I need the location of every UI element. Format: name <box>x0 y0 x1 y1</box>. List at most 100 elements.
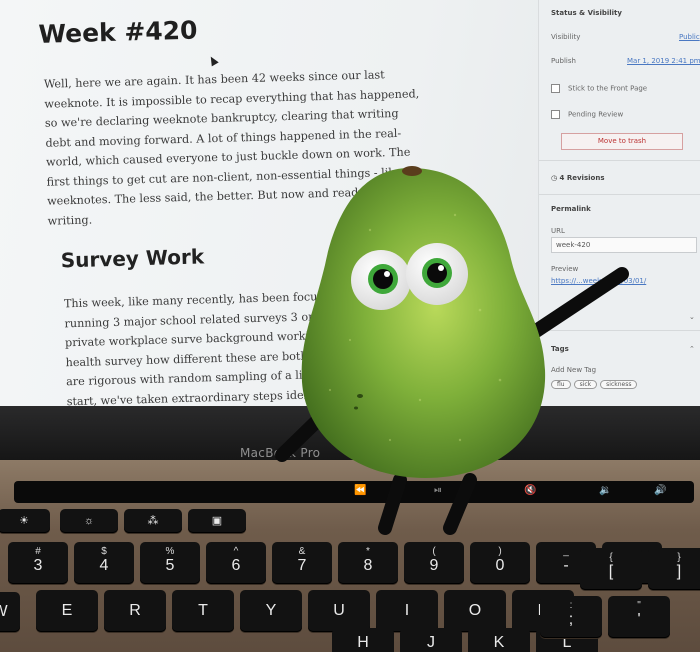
url-input[interactable]: week-420 <box>551 237 697 253</box>
letter-key-label: R <box>129 602 141 619</box>
letter-key[interactable]: Y <box>240 590 302 632</box>
letter-key-label: H <box>357 634 369 651</box>
tags-heading[interactable]: Tags <box>551 345 569 353</box>
pending-checkbox[interactable] <box>551 110 560 119</box>
number-key-shift-label: ( <box>432 546 436 557</box>
add-tag-label: Add New Tag <box>551 366 597 374</box>
post-paragraph-2[interactable]: This week, like many recently, has been … <box>64 284 438 418</box>
post-heading[interactable]: Survey Work <box>60 235 542 272</box>
chevron-down-icon[interactable]: ⌄ <box>689 313 695 321</box>
letter-key[interactable]: U <box>308 590 370 632</box>
letter-key-label: Y <box>265 602 277 619</box>
number-key-label: 6 <box>231 557 241 574</box>
bracket-key[interactable]: {[ <box>580 548 642 590</box>
stick-checkbox[interactable] <box>551 84 560 93</box>
history-icon: ◷ <box>551 174 560 182</box>
number-key[interactable]: $4 <box>74 542 134 584</box>
number-key-label: 7 <box>297 557 307 574</box>
post-paragraph-1[interactable]: Well, here we are again. It has been 42 … <box>44 64 428 231</box>
number-key-shift-label: * <box>366 546 370 557</box>
number-key-shift-label: ^ <box>233 546 239 557</box>
number-key[interactable]: * 8 <box>338 542 398 584</box>
preview-link[interactable]: https://...week/2019/03/01/ <box>551 277 646 285</box>
number-key[interactable]: ) 0 <box>470 542 530 584</box>
letter-key[interactable]: H <box>332 628 394 652</box>
punctuation-key[interactable]: :; <box>540 596 602 638</box>
publish-date[interactable]: Mar 1, 2019 2:41 pm <box>627 57 700 65</box>
preview-label: Preview <box>551 265 579 273</box>
brightness-icon: ☼ <box>83 515 95 527</box>
number-key-shift-label: % <box>165 546 175 557</box>
bracket-key[interactable]: }] <box>648 548 700 590</box>
mission-control-key[interactable]: ▣ <box>188 509 246 533</box>
punctuation-key[interactable]: " ' <box>608 596 670 638</box>
brightness-icon: ☀ <box>19 515 29 527</box>
mute-icon[interactable]: 🔇 <box>524 485 536 496</box>
number-key[interactable]: ^ 6 <box>206 542 266 584</box>
divider <box>539 194 700 195</box>
post-title[interactable]: Week #420 <box>38 6 537 49</box>
chevron-up-icon[interactable]: ⌃ <box>689 345 695 353</box>
volume-down-icon[interactable]: 🔉 <box>599 485 611 496</box>
bracket-key-label: ] <box>676 563 682 580</box>
punctuation-key-label: ' <box>637 611 641 628</box>
number-key[interactable]: & 7 <box>272 542 332 584</box>
letter-key-label: O <box>468 602 482 619</box>
letter-key-label: U <box>333 602 345 619</box>
tag-chip[interactable]: sick <box>573 380 598 389</box>
revisions-label: 4 Revisions <box>559 174 605 182</box>
visibility-value[interactable]: Public <box>679 33 700 41</box>
mission-control-icon: ▣ <box>211 515 223 527</box>
letter-key[interactable]: J <box>400 628 462 652</box>
brightness-down-key[interactable]: ☀ <box>0 509 50 533</box>
letter-key[interactable]: I <box>376 590 438 632</box>
number-key-shift-label: # <box>35 546 41 557</box>
letter-key-label: T <box>198 602 208 619</box>
visibility-label: Visibility <box>551 33 581 41</box>
tag-chip[interactable]: flu <box>551 380 571 389</box>
bracket-key-label: [ <box>608 563 614 580</box>
settings-sidebar: Status & Visibility Visibility Public Pu… <box>538 0 700 418</box>
number-key-label: 0 <box>495 557 505 574</box>
stick-checkbox-row[interactable]: Stick to the Front Page <box>551 84 647 93</box>
play-pause-icon[interactable]: ⏯ <box>434 485 442 496</box>
stick-label: Stick to the Front Page <box>568 84 648 93</box>
brightness-up-key[interactable]: ☼ <box>60 509 118 533</box>
permalink-heading[interactable]: Permalink <box>551 205 591 213</box>
number-key-shift-label: ) <box>498 546 502 557</box>
number-key-label: 4 <box>99 557 109 574</box>
letter-key[interactable]: O <box>444 590 506 632</box>
letter-key[interactable]: T <box>172 590 234 632</box>
url-label: URL <box>551 227 565 235</box>
tag-list[interactable]: flu sick sickness <box>551 380 640 389</box>
bracket-key-shift-label: { <box>609 552 613 563</box>
publish-label: Publish <box>551 57 576 65</box>
laptop-screen: Week #420 Well, here we are again. It ha… <box>0 0 700 418</box>
number-key[interactable]: #3 <box>8 542 68 584</box>
move-to-trash-button[interactable]: Move to trash <box>561 133 683 150</box>
post-editor[interactable]: Week #420 Well, here we are again. It ha… <box>36 4 547 418</box>
number-key-label: 8 <box>363 557 373 574</box>
number-key-label: 9 <box>429 557 439 574</box>
rewind-icon[interactable]: ⏪ <box>354 485 366 496</box>
letter-key[interactable]: W <box>0 592 20 632</box>
divider <box>539 330 700 331</box>
bracket-key-shift-label: } <box>677 552 681 563</box>
status-visibility-heading[interactable]: Status & Visibility <box>551 9 622 17</box>
letter-key[interactable]: E <box>36 590 98 632</box>
tag-chip[interactable]: sickness <box>600 380 638 389</box>
keyboard-light-key[interactable]: ⁂ <box>124 509 182 533</box>
revisions-link[interactable]: ◷ 4 Revisions <box>551 174 604 182</box>
number-key[interactable]: % 5 <box>140 542 200 584</box>
touch-bar[interactable]: ⏪ ⏯ 🔇 🔉 🔊 <box>14 481 694 503</box>
punctuation-key-label: ; <box>568 611 574 628</box>
number-key-label: 3 <box>33 557 43 574</box>
number-key[interactable]: (9 <box>404 542 464 584</box>
punctuation-key-shift-label: : <box>569 600 573 611</box>
letter-key-label: I <box>404 602 410 619</box>
photo-scene: Week #420 Well, here we are again. It ha… <box>0 0 700 652</box>
pending-checkbox-row[interactable]: Pending Review <box>551 110 623 119</box>
volume-up-icon[interactable]: 🔊 <box>654 485 666 496</box>
letter-key[interactable]: R <box>104 590 166 632</box>
letter-key[interactable]: K <box>468 628 530 652</box>
